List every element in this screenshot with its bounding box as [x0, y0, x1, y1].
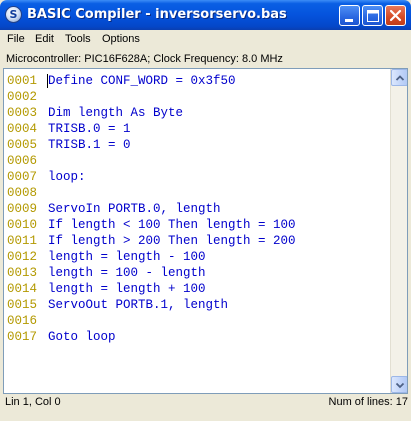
line-number: 0002: [7, 90, 38, 104]
code-line[interactable]: 0007 loop:: [4, 169, 390, 185]
line-number: 0007: [7, 170, 38, 184]
code-line[interactable]: 0017 Goto loop: [4, 329, 390, 345]
line-number: 0015: [7, 298, 38, 312]
code-line[interactable]: 0002: [4, 89, 390, 105]
code-text: length = 100 - length: [48, 266, 206, 280]
line-number: 0013: [7, 266, 38, 280]
line-number: 0009: [7, 202, 38, 216]
text-caret: [47, 74, 48, 88]
line-number: 0004: [7, 122, 38, 136]
cursor-position: Lin 1, Col 0: [5, 396, 61, 408]
line-number: 0012: [7, 250, 38, 264]
vertical-scrollbar[interactable]: [390, 69, 407, 393]
scroll-up-button[interactable]: [391, 69, 407, 86]
app-icon-glyph: S: [9, 8, 18, 21]
code-line[interactable]: 0001 Define CONF_WORD = 0x3f50: [4, 73, 390, 89]
line-number: 0011: [7, 234, 38, 248]
code-text: length = length + 100: [48, 282, 206, 296]
code-text: If length < 100 Then length = 100: [48, 218, 296, 232]
status-bar: Lin 1, Col 0 Num of lines: 17: [0, 396, 411, 421]
code-text: length = length - 100: [48, 250, 206, 264]
code-line[interactable]: 0008: [4, 185, 390, 201]
code-line[interactable]: 0005 TRISB.1 = 0: [4, 137, 390, 153]
app-icon[interactable]: S: [5, 6, 22, 23]
code-line[interactable]: 0006: [4, 153, 390, 169]
code-area[interactable]: 0001 Define CONF_WORD = 0x3f50 0002 0003 Dim…: [4, 69, 390, 393]
code-text: Dim length As Byte: [48, 106, 184, 120]
window-title: BASIC Compiler - inversorservo.bas: [27, 7, 287, 22]
line-number: 0006: [7, 154, 38, 168]
code-line[interactable]: 0010 If length < 100 Then length = 100: [4, 217, 390, 233]
menu-options[interactable]: Options: [99, 32, 143, 46]
close-button[interactable]: [385, 5, 406, 26]
menu-edit[interactable]: Edit: [32, 32, 57, 46]
line-number: 0001: [7, 74, 38, 88]
close-icon: [389, 9, 402, 22]
app-window: S BASIC Compiler - inversorservo.bas Fil…: [0, 0, 411, 421]
code-text: Goto loop: [48, 330, 116, 344]
code-text: Define CONF_WORD = 0x3f50: [48, 74, 236, 88]
maximize-button[interactable]: [362, 5, 383, 26]
line-number: 0014: [7, 282, 38, 296]
menu-file[interactable]: File: [4, 32, 28, 46]
code-text: loop:: [48, 170, 86, 184]
title-bar[interactable]: S BASIC Compiler - inversorservo.bas: [0, 0, 411, 30]
line-number: 0010: [7, 218, 38, 232]
line-number: 0003: [7, 106, 38, 120]
code-line[interactable]: 0011 If length > 200 Then length = 200: [4, 233, 390, 249]
maximize-icon: [367, 10, 379, 22]
line-number: 0005: [7, 138, 38, 152]
menu-bar: File Edit Tools Options: [0, 30, 411, 49]
code-editor[interactable]: 0001 Define CONF_WORD = 0x3f50 0002 0003 Dim…: [3, 68, 408, 394]
code-line[interactable]: 0012 length = length - 100: [4, 249, 390, 265]
line-number: 0016: [7, 314, 38, 328]
microcontroller-info: Microcontroller: PIC16F628A; Clock Frequ…: [6, 53, 283, 65]
line-number: 0008: [7, 186, 38, 200]
code-line[interactable]: 0013 length = 100 - length: [4, 265, 390, 281]
code-text: ServoOut PORTB.1, length: [48, 298, 229, 312]
code-line[interactable]: 0004 TRISB.0 = 1: [4, 121, 390, 137]
arrow-up-icon: [395, 75, 405, 81]
code-text: TRISB.1 = 0: [48, 138, 131, 152]
line-count: Num of lines: 17: [328, 396, 408, 408]
code-text: If length > 200 Then length = 200: [48, 234, 296, 248]
menu-tools[interactable]: Tools: [62, 32, 94, 46]
code-line[interactable]: 0003 Dim length As Byte: [4, 105, 390, 121]
arrow-down-icon: [395, 382, 405, 389]
code-line[interactable]: 0016: [4, 313, 390, 329]
scroll-down-button[interactable]: [391, 376, 407, 393]
minimize-icon: [345, 19, 353, 22]
code-text: ServoIn PORTB.0, length: [48, 202, 221, 216]
code-line[interactable]: 0009 ServoIn PORTB.0, length: [4, 201, 390, 217]
code-text: TRISB.0 = 1: [48, 122, 131, 136]
line-number: 0017: [7, 330, 38, 344]
code-lines: 0001 Define CONF_WORD = 0x3f50 0002 0003 Dim…: [4, 73, 390, 345]
minimize-button[interactable]: [339, 5, 360, 26]
code-line[interactable]: 0015 ServoOut PORTB.1, length: [4, 297, 390, 313]
code-line[interactable]: 0014 length = length + 100: [4, 281, 390, 297]
